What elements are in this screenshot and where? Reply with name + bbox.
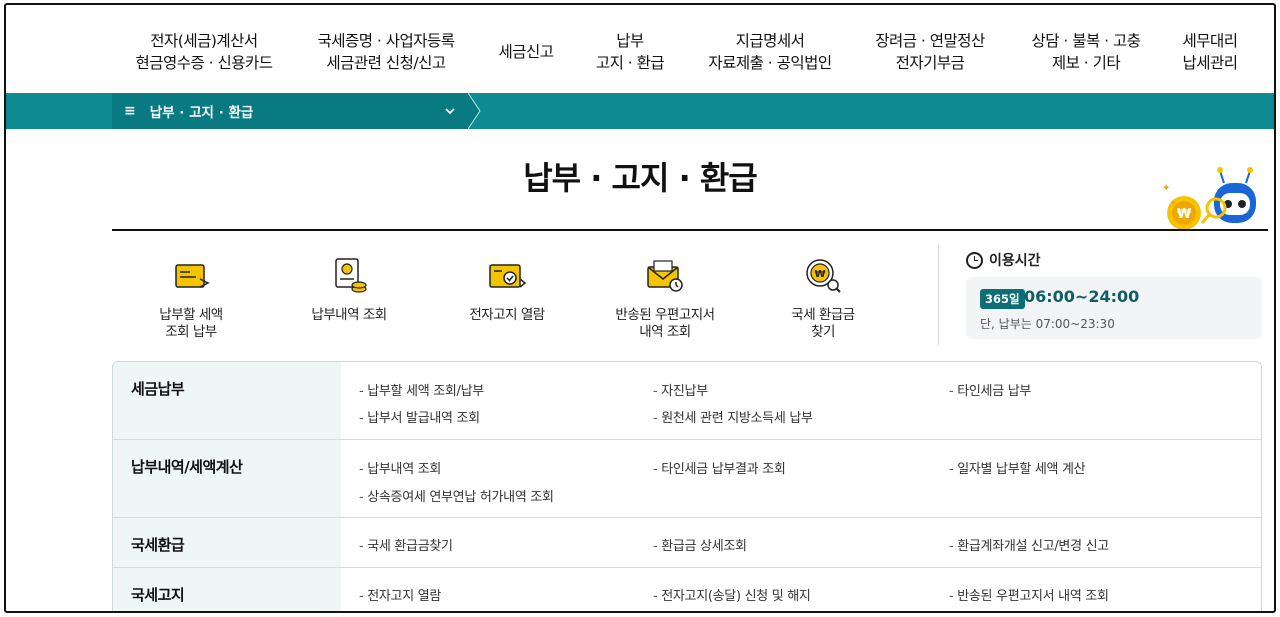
menu-link[interactable]: 환급계좌개설 신고/변경 신고 — [949, 535, 1109, 554]
nav-label-line1: 장려금 · 연말정산 — [875, 32, 985, 50]
e-notice-icon — [489, 264, 527, 288]
quick-link-label: 전자고지 열람 — [469, 307, 545, 323]
hours-title: 이용시간 — [989, 253, 1041, 269]
section-divider — [938, 245, 939, 345]
quick-link-payment-history[interactable]: 납부내역 조회 — [274, 253, 424, 324]
quick-link-label: 찾기 — [811, 324, 835, 340]
chevron-down-icon — [445, 108, 455, 115]
svg-text:₩: ₩ — [814, 269, 825, 280]
page-title: 납부 · 고지 · 환급 — [523, 159, 758, 197]
svg-text:✦: ✦ — [1170, 199, 1176, 207]
hours-box: 365일 06:00~24:00 단, 납부는 07:00~23:30 — [966, 277, 1262, 339]
nav-consulting[interactable]: 상담 · 불복 · 고충 제보 · 기타 — [1016, 30, 1156, 74]
quick-link-tax-amount[interactable]: 납부할 세액 조회 납부 — [116, 253, 266, 341]
quick-link-returned-mail[interactable]: 반송된 우편고지서 내역 조회 — [590, 253, 740, 341]
nav-label-line2: 납세관리 — [1182, 54, 1238, 72]
returned-mail-icon — [647, 260, 683, 292]
menu-row-payment-history: 납부내역/세액계산 납부내역 조회 타인세금 납부결과 조회 일자별 납부할 세… — [113, 440, 1261, 518]
menu-link[interactable]: 원천세 관련 지방소득세 납부 — [653, 407, 813, 426]
menu-row-notice: 국세고지 전자고지 열람 전자고지(송달) 신청 및 해지 반송된 우편고지서 … — [113, 568, 1261, 611]
menu-category: 국세고지 — [113, 568, 341, 611]
svg-text:₩: ₩ — [1177, 207, 1192, 222]
quick-link-label: 반송된 우편고지서 — [615, 307, 715, 323]
menu-link[interactable]: 납부서 발급내역 조회 — [359, 407, 480, 426]
tax-amount-icon — [175, 264, 210, 288]
nav-label-line1: 납부 — [616, 32, 644, 50]
menu-link[interactable]: 반송된 우편고지서 내역 조회 — [949, 585, 1109, 604]
nav-payment-statements[interactable]: 지급명세서 자료제출 · 공익법인 — [696, 30, 844, 74]
top-navigation: 전자(세금)계산서 현금영수증 · 신용카드 국세증명 · 사업자등록 세금관련… — [6, 5, 1274, 93]
menu-link[interactable]: 자진납부 — [653, 380, 708, 399]
nav-label-line2: 고지 · 환급 — [595, 54, 665, 72]
mascot-illustration: ₩ ✦ ✦ — [1162, 167, 1256, 230]
menu-category: 납부내역/세액계산 — [113, 440, 341, 517]
payment-history-icon — [335, 258, 367, 293]
nav-label-line2: 세금관련 신청/신고 — [326, 54, 446, 72]
title-divider — [112, 229, 1268, 231]
quick-link-refund-search[interactable]: ₩ 국세 환급금 찾기 — [748, 253, 898, 341]
nav-label-line1: 국세증명 · 사업자등록 — [317, 32, 455, 50]
quick-link-e-notice[interactable]: 전자고지 열람 — [432, 253, 582, 324]
nav-label-line1: 세금신고 — [498, 43, 554, 61]
nav-payment[interactable]: 납부 고지 · 환급 — [582, 30, 678, 74]
breadcrumb-label: 납부 · 고지 · 환급 — [149, 105, 254, 121]
quick-link-label: 납부할 세액 — [159, 307, 223, 323]
quick-link-label: 내역 조회 — [639, 324, 691, 340]
nav-e-invoice[interactable]: 전자(세금)계산서 현금영수증 · 신용카드 — [124, 30, 284, 74]
nav-label-line1: 전자(세금)계산서 — [150, 32, 258, 50]
menu-link[interactable]: 납부할 세액 조회/납부 — [359, 380, 484, 399]
menu-icon: ≡ — [124, 103, 136, 119]
nav-label-line1: 지급명세서 — [735, 32, 805, 50]
nav-incentives[interactable]: 장려금 · 연말정산 전자기부금 — [862, 30, 998, 74]
nav-label-line1: 세무대리 — [1182, 32, 1238, 50]
nav-label-line2: 제보 · 기타 — [1051, 54, 1121, 72]
menu-row-refund: 국세환급 국세 환급금찾기 환급금 상세조회 환급계좌개설 신고/변경 신고 — [113, 518, 1261, 568]
menu-link[interactable]: 타인세금 납부 — [949, 380, 1031, 399]
hours-badge: 365일 — [980, 289, 1025, 309]
breadcrumb-bar: ≡ 납부 · 고지 · 환급 — [6, 93, 1274, 129]
nav-label-line2: 현금영수증 · 신용카드 — [135, 54, 273, 72]
svg-text:✦: ✦ — [1162, 183, 1170, 194]
page-frame: 전자(세금)계산서 현금영수증 · 신용카드 국세증명 · 사업자등록 세금관련… — [4, 3, 1276, 613]
hours-time: 06:00~24:00 — [1024, 287, 1140, 306]
nav-label-line2: 자료제출 · 공익법인 — [708, 54, 832, 72]
menu-link[interactable]: 전자고지(송달) 신청 및 해지 — [653, 585, 811, 604]
refund-search-icon: ₩ — [806, 259, 841, 293]
menu-link[interactable]: 국세 환급금찾기 — [359, 535, 453, 554]
breadcrumb-dropdown[interactable]: ≡ 납부 · 고지 · 환급 — [112, 93, 468, 129]
menu-link[interactable]: 전자고지 열람 — [359, 585, 441, 604]
menu-link[interactable]: 상속증여세 연부연납 허가내역 조회 — [359, 486, 554, 505]
clock-icon — [966, 251, 983, 269]
menu-link[interactable]: 환급금 상세조회 — [653, 535, 747, 554]
hours-heading: 이용시간 — [966, 250, 1041, 270]
menu-link[interactable]: 납부내역 조회 — [359, 458, 441, 477]
menu-link[interactable]: 타인세금 납부결과 조회 — [653, 458, 786, 477]
menu-row-tax-payment: 세금납부 납부할 세액 조회/납부 자진납부 타인세금 납부 납부서 발급내역 … — [113, 362, 1261, 440]
quick-link-label: 국세 환급금 — [791, 307, 855, 323]
menu-link[interactable]: 일자별 납부할 세액 계산 — [949, 458, 1085, 477]
nav-certificates[interactable]: 국세증명 · 사업자등록 세금관련 신청/신고 — [302, 30, 470, 74]
nav-tax-agent[interactable]: 세무대리 납세관리 — [1172, 30, 1248, 74]
menu-category: 세금납부 — [113, 362, 341, 439]
hours-note: 단, 납부는 07:00~23:30 — [980, 317, 1115, 331]
nav-label-line2: 전자기부금 — [895, 54, 965, 72]
nav-tax-return[interactable]: 세금신고 — [488, 41, 564, 63]
quick-link-label: 조회 납부 — [165, 324, 217, 340]
menu-category: 국세환급 — [113, 518, 341, 567]
nav-label-line1: 상담 · 불복 · 고충 — [1031, 32, 1141, 50]
quick-link-label: 납부내역 조회 — [311, 307, 387, 323]
service-menu-table: 세금납부 납부할 세액 조회/납부 자진납부 타인세금 납부 납부서 발급내역 … — [112, 361, 1262, 611]
breadcrumb-separator — [468, 93, 481, 129]
